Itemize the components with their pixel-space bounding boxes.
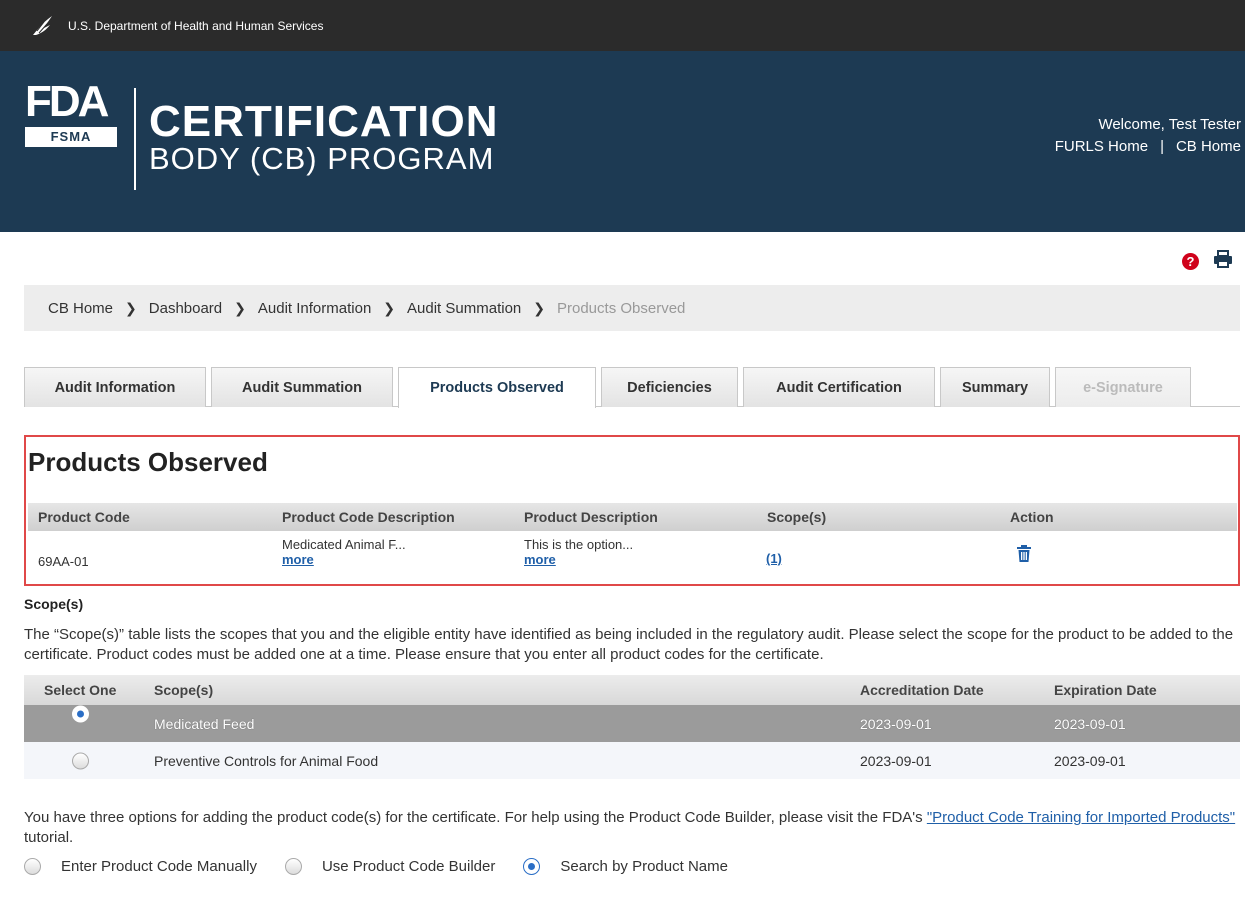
breadcrumb-audit-information[interactable]: Audit Information bbox=[258, 300, 371, 317]
hhs-top-bar: U.S. Department of Health and Human Serv… bbox=[0, 0, 1245, 51]
scope-name: Medicated Feed bbox=[154, 715, 255, 732]
code-description-more-link[interactable]: more bbox=[282, 552, 406, 567]
scopes-table-header: Select One Scope(s) Accreditation Date E… bbox=[24, 675, 1240, 705]
radio-selected[interactable] bbox=[72, 705, 89, 722]
chevron-right-icon: ❯ bbox=[234, 299, 246, 316]
col-scope: Scope(s) bbox=[154, 682, 214, 698]
fda-fsma-logo[interactable]: FDA FSMA bbox=[25, 80, 122, 147]
radio-selected[interactable] bbox=[523, 858, 541, 875]
tab-audit-certification[interactable]: Audit Certification bbox=[743, 367, 935, 407]
option-enter-manually[interactable]: Enter Product Code Manually bbox=[24, 858, 257, 875]
scope-radio-medicated-feed[interactable] bbox=[72, 705, 89, 734]
breadcrumb-dashboard[interactable]: Dashboard bbox=[149, 300, 222, 317]
radio-unselected[interactable] bbox=[72, 752, 89, 769]
scopes-label: Scope(s) bbox=[24, 596, 84, 612]
options-instructions: You have three options for adding the pr… bbox=[24, 808, 1240, 848]
code-description-text: Medicated Animal F... bbox=[282, 537, 406, 552]
breadcrumb-audit-summation[interactable]: Audit Summation bbox=[407, 300, 521, 317]
col-scopes: Scope(s) bbox=[767, 509, 827, 525]
cb-home-link[interactable]: CB Home bbox=[1176, 138, 1241, 155]
products-observed-title: Products Observed bbox=[28, 447, 268, 477]
col-product-code-description: Product Code Description bbox=[282, 509, 455, 525]
welcome-text: Welcome, Test Tester bbox=[1098, 116, 1241, 133]
workflow-tabs: Audit Information Audit Summation Produc… bbox=[24, 367, 1240, 408]
fsma-logo-text: FSMA bbox=[25, 127, 117, 147]
code-description-cell: Medicated Animal F... more bbox=[282, 537, 406, 567]
scopes-table: Select One Scope(s) Accreditation Date E… bbox=[24, 675, 1240, 779]
print-icon[interactable] bbox=[1213, 250, 1233, 273]
help-icon[interactable]: ? bbox=[1182, 253, 1199, 270]
tab-summary[interactable]: Summary bbox=[940, 367, 1050, 407]
chevron-right-icon: ❯ bbox=[125, 299, 137, 316]
tab-deficiencies[interactable]: Deficiencies bbox=[601, 367, 738, 407]
expiration-date: 2023-09-01 bbox=[1054, 752, 1126, 769]
breadcrumb: CB Home ❯ Dashboard ❯ Audit Information … bbox=[24, 285, 1240, 331]
table-row: 69AA-01 Medicated Animal F... more This … bbox=[28, 531, 1237, 581]
product-description-more-link[interactable]: more bbox=[524, 552, 633, 567]
col-action: Action bbox=[1010, 509, 1054, 525]
product-code-cell: 69AA-01 bbox=[38, 554, 89, 569]
chevron-right-icon: ❯ bbox=[533, 299, 545, 316]
accreditation-date: 2023-09-01 bbox=[860, 752, 932, 769]
tab-products-observed[interactable]: Products Observed bbox=[398, 367, 596, 408]
accreditation-date: 2023-09-01 bbox=[860, 715, 932, 732]
products-table-header: Product Code Product Code Description Pr… bbox=[28, 503, 1237, 531]
option-label: Use Product Code Builder bbox=[321, 858, 496, 875]
expiration-date: 2023-09-01 bbox=[1054, 715, 1126, 732]
radio-unselected[interactable] bbox=[284, 858, 302, 875]
tab-e-signature: e-Signature bbox=[1055, 367, 1191, 407]
user-welcome: Welcome, Test Tester FURLS Home | CB Home bbox=[1055, 114, 1241, 158]
scopes-description: The “Scope(s)” table lists the scopes th… bbox=[24, 626, 1234, 663]
options-text-after: tutorial. bbox=[24, 829, 74, 846]
col-product-code: Product Code bbox=[38, 509, 130, 525]
furls-home-link[interactable]: FURLS Home bbox=[1055, 138, 1148, 155]
option-search-by-name[interactable]: Search by Product Name bbox=[523, 858, 728, 875]
options-text-before: You have three options for adding the pr… bbox=[24, 809, 927, 826]
product-description-text: This is the option... bbox=[524, 537, 634, 552]
product-description-cell: This is the option... more bbox=[524, 537, 633, 567]
col-accreditation-date: Accreditation Date bbox=[860, 682, 984, 698]
scope-name: Preventive Controls for Animal Food bbox=[154, 752, 379, 769]
link-separator: | bbox=[1160, 138, 1164, 155]
col-select-one: Select One bbox=[44, 682, 117, 698]
option-label: Search by Product Name bbox=[560, 858, 728, 875]
product-code-options: Enter Product Code Manually Use Product … bbox=[24, 858, 756, 875]
hhs-eagle-icon bbox=[30, 12, 58, 40]
radio-unselected[interactable] bbox=[24, 858, 41, 875]
program-title: CERTIFICATION BODY (CB) PROGRAM bbox=[149, 97, 499, 176]
tab-audit-summation[interactable]: Audit Summation bbox=[211, 367, 393, 407]
col-product-description: Product Description bbox=[524, 509, 658, 525]
program-title-line2: BODY (CB) PROGRAM bbox=[149, 141, 495, 176]
scopes-count-link[interactable]: (1) bbox=[766, 551, 782, 566]
logo-divider bbox=[134, 88, 136, 190]
breadcrumb-current: Products Observed bbox=[557, 299, 686, 317]
agency-name: U.S. Department of Health and Human Serv… bbox=[68, 18, 324, 33]
chevron-right-icon: ❯ bbox=[383, 299, 396, 316]
tab-audit-information[interactable]: Audit Information bbox=[24, 367, 206, 407]
table-row[interactable]: Medicated Feed 2023-09-01 2023-09-01 bbox=[24, 705, 1240, 742]
option-label: Enter Product Code Manually bbox=[61, 858, 257, 875]
utility-icons: ? bbox=[1182, 250, 1233, 273]
option-product-code-builder[interactable]: Use Product Code Builder bbox=[284, 858, 496, 875]
table-row[interactable]: Preventive Controls for Animal Food 2023… bbox=[24, 742, 1240, 779]
col-expiration-date: Expiration Date bbox=[1054, 682, 1157, 698]
product-code-training-link[interactable]: "Product Code Training for Imported Prod… bbox=[927, 809, 1235, 826]
fda-logo-text: FDA bbox=[25, 77, 109, 126]
program-title-line1: CERTIFICATION bbox=[149, 97, 499, 146]
breadcrumb-cb-home[interactable]: CB Home bbox=[48, 300, 113, 317]
trash-icon[interactable] bbox=[1016, 545, 1032, 565]
